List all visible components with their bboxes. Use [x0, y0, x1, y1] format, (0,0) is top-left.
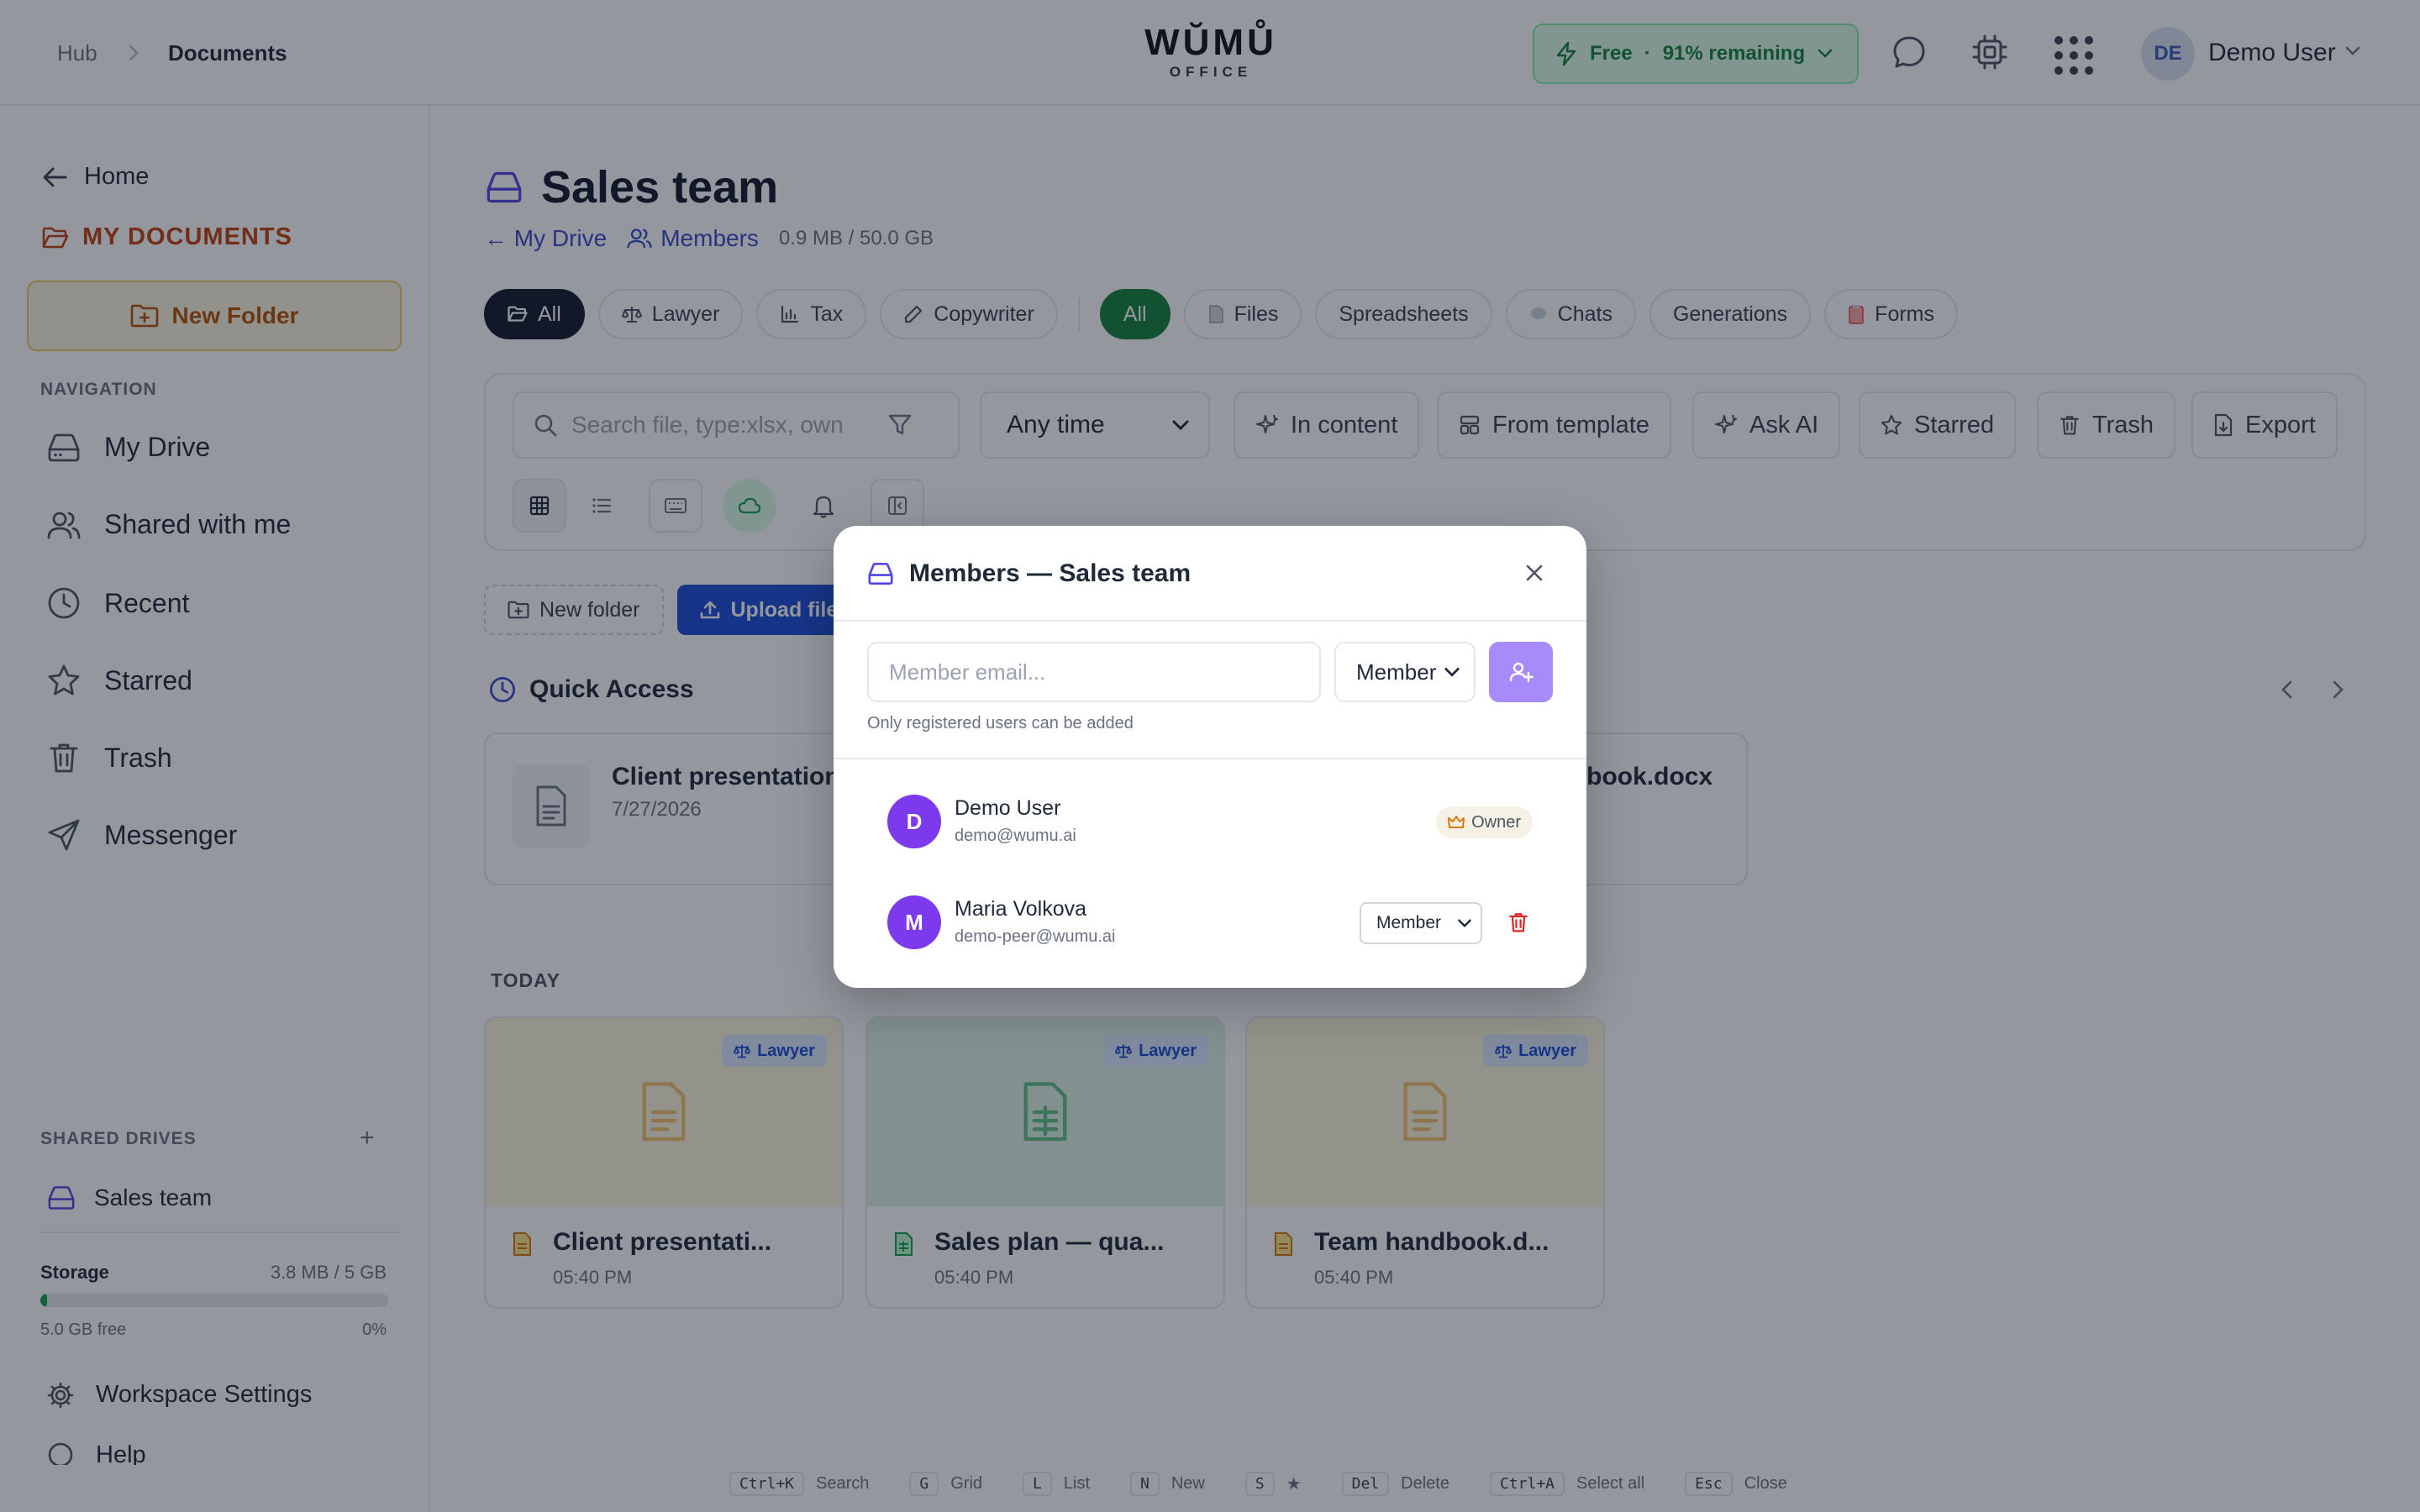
user-plus-icon: [1508, 659, 1534, 685]
dialog-title: Members — Sales team: [867, 559, 1191, 588]
member-name: Demo User: [955, 796, 1061, 820]
chevron-down-icon: [1457, 918, 1472, 928]
member-row: D Demo User demo@wumu.ai Owner: [887, 788, 1533, 855]
member-email: demo-peer@wumu.ai: [955, 927, 1116, 946]
member-row: M Maria Volkova demo-peer@wumu.ai Member: [887, 889, 1533, 956]
crown-icon: [1448, 815, 1465, 830]
member-role-select[interactable]: Member: [1360, 902, 1482, 944]
role-select[interactable]: Member: [1334, 642, 1476, 702]
members-dialog: Members — Sales team Member Only registe…: [834, 526, 1586, 988]
member-name: Maria Volkova: [955, 897, 1087, 921]
member-email-input[interactable]: [867, 642, 1321, 702]
add-member-button[interactable]: [1489, 642, 1553, 702]
avatar: D: [887, 795, 941, 848]
dialog-header: Members — Sales team: [834, 526, 1586, 622]
member-email: demo@wumu.ai: [955, 827, 1076, 845]
hard-drive-icon: [867, 562, 894, 585]
close-icon[interactable]: [1523, 561, 1546, 585]
owner-badge: Owner: [1436, 806, 1533, 838]
chevron-down-icon: [1444, 666, 1460, 678]
member-role-value: Member: [1376, 913, 1442, 932]
remove-member-trash-icon[interactable]: [1507, 911, 1529, 934]
dialog-title-text: Members — Sales team: [909, 559, 1192, 587]
avatar: M: [887, 895, 941, 949]
role-select-value: Member: [1356, 659, 1437, 685]
member-hint: Only registered users can be added: [867, 714, 1134, 732]
divider: [834, 758, 1586, 759]
owner-badge-label: Owner: [1471, 812, 1521, 832]
